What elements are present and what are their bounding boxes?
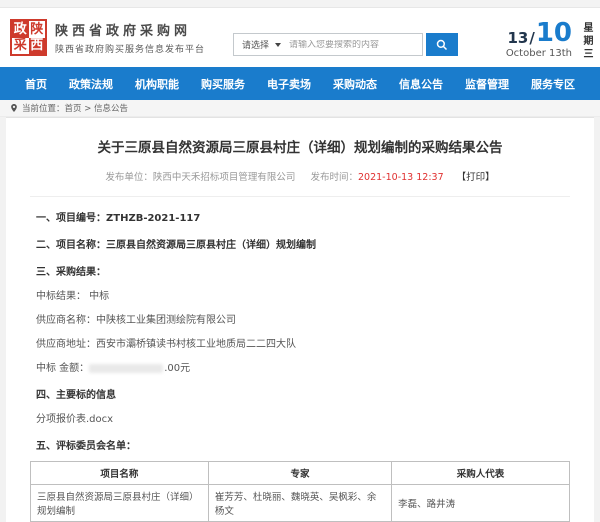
divider: [30, 196, 570, 197]
logo-char: 西: [29, 38, 46, 55]
section-project-number: 一、项目编号：ZTHZB-2021-117: [36, 209, 570, 224]
print-button[interactable]: 【打印】: [457, 172, 495, 183]
publish-time-label: 发布时间：: [310, 172, 358, 183]
logo-char: 陕: [29, 21, 46, 38]
col-header-project: 项目名称: [31, 462, 209, 485]
article-content: 关于三原县自然资源局三原县村庄（详细）规划编制的采购结果公告 发布单位：陕西中天…: [6, 117, 594, 522]
nav-item-notices[interactable]: 信息公告: [399, 76, 443, 92]
date-separator: /: [529, 31, 534, 46]
search-select-label: 请选择: [242, 38, 269, 51]
committee-table: 项目名称 专家 采购人代表 三原县自然资源局三原县村庄（详细）规划编制 崔芳芳、…: [30, 461, 570, 522]
chevron-down-icon: [275, 43, 281, 47]
cell-buyer-reps: 李磊、路井涛: [392, 485, 570, 522]
section-result: 三、采购结果：: [36, 263, 570, 278]
site-header: 政 陕 采 西 陕西省政府采购网 陕西省政府购买服务信息发布平台 请选择 13 …: [0, 8, 600, 67]
date-english: October 13th: [506, 48, 572, 59]
date-month: 10: [536, 20, 572, 46]
section-project-name: 二、项目名称：三原县自然资源局三原县村庄（详细）规划编制: [36, 236, 570, 251]
nav-item-policies[interactable]: 政策法规: [69, 76, 113, 92]
search-box: 请选择: [233, 33, 423, 56]
search-area: 请选择: [233, 33, 458, 56]
table-header-row: 项目名称 专家 采购人代表: [31, 462, 570, 485]
supplier-addr-line: 供应商地址：西安市灞桥镇读书村核工业地质局二二四大队: [36, 335, 570, 350]
publisher-label: 发布单位：: [105, 172, 153, 183]
cell-project: 三原县自然资源局三原县村庄（详细）规划编制: [31, 485, 209, 522]
col-header-experts: 专家: [208, 462, 391, 485]
bid-amount-line: 中标 金额： .00元: [36, 359, 570, 374]
date-day: 13: [507, 31, 528, 46]
main-nav: 首页 政策法规 机构职能 购买服务 电子卖场 采购动态 信息公告 监督管理 服务…: [0, 67, 600, 100]
logo-char: 政: [12, 21, 29, 38]
nav-item-home[interactable]: 首页: [25, 76, 47, 92]
publish-time: 2021-10-13 12:37: [358, 172, 444, 183]
nav-item-news[interactable]: 采购动态: [333, 76, 377, 92]
bid-amount-suffix: .00元: [164, 363, 190, 374]
article-meta: 发布单位：陕西中天禾招标项目管理有限公司 发布时间：2021-10-13 12:…: [30, 169, 570, 183]
search-button[interactable]: [426, 33, 458, 56]
search-category-select[interactable]: 请选择: [234, 38, 289, 51]
col-header-buyer-reps: 采购人代表: [392, 462, 570, 485]
bid-result-line: 中标结果： 中标: [36, 287, 570, 302]
bid-amount-label: 中标 金额：: [36, 363, 89, 374]
publisher-name: 陕西中天禾招标项目管理有限公司: [153, 172, 296, 183]
breadcrumb-path[interactable]: 首页 > 信息公告: [65, 102, 129, 114]
date-block: 13 / 10 October 13th: [506, 20, 572, 59]
site-subtitle: 陕西省政府购买服务信息发布平台: [55, 42, 205, 55]
attachment-link[interactable]: 分项报价表.docx: [36, 410, 570, 425]
table-row: 三原县自然资源局三原县村庄（详细）规划编制 崔芳芳、杜晓丽、魏晓英、吴枫彩、余杨…: [31, 485, 570, 522]
logo-char: 采: [12, 38, 29, 55]
section-main-subject: 四、主要标的信息: [36, 386, 570, 401]
search-input[interactable]: [289, 40, 422, 50]
redacted-amount: [89, 364, 163, 373]
location-pin-icon: [10, 104, 18, 112]
nav-item-emarket[interactable]: 电子卖场: [267, 76, 311, 92]
page-title: 关于三原县自然资源局三原县村庄（详细）规划编制的采购结果公告: [30, 136, 570, 156]
date-weekday: 星期三: [579, 22, 594, 61]
search-icon: [436, 39, 448, 51]
cell-experts: 崔芳芳、杜晓丽、魏晓英、吴枫彩、余杨文: [208, 485, 391, 522]
site-logo: 政 陕 采 西: [10, 19, 47, 56]
breadcrumb-label: 当前位置：: [22, 102, 65, 114]
nav-item-services[interactable]: 服务专区: [531, 76, 575, 92]
supplier-name-line: 供应商名称：中陕核工业集团测绘院有限公司: [36, 311, 570, 326]
nav-item-supervision[interactable]: 监督管理: [465, 76, 509, 92]
site-title: 陕西省政府采购网: [55, 20, 205, 39]
breadcrumb: 当前位置： 首页 > 信息公告: [0, 100, 600, 117]
nav-item-functions[interactable]: 机构职能: [135, 76, 179, 92]
site-name: 陕西省政府采购网 陕西省政府购买服务信息发布平台: [55, 20, 205, 55]
top-strip: [0, 0, 600, 8]
nav-item-purchase[interactable]: 购买服务: [201, 76, 245, 92]
